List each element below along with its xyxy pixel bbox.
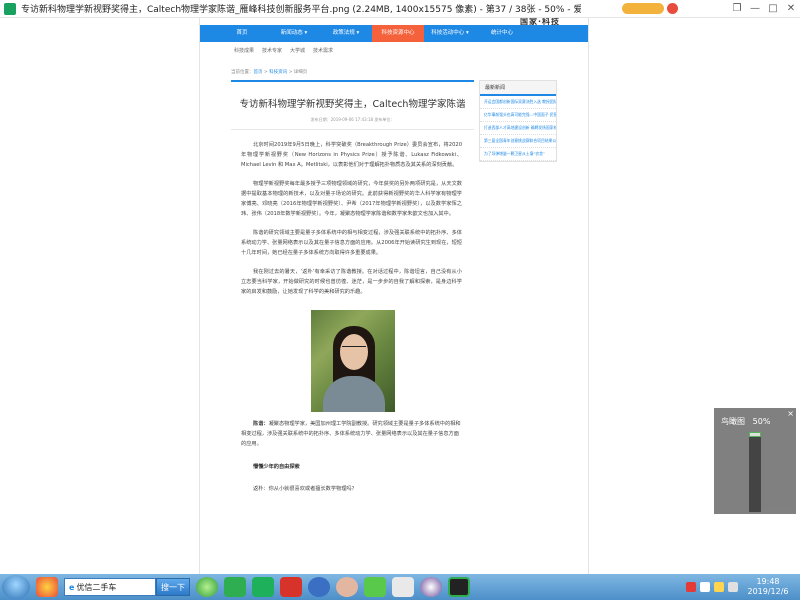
subnav-achievements[interactable]: 科技成果 bbox=[234, 47, 254, 54]
breadcrumb-sep: > bbox=[287, 70, 294, 75]
image-canvas[interactable]: 国家·科技 首页 新闻动态 ▾ 政策法规 ▾ 科技资源中心 科技活动中心 ▾ 统… bbox=[0, 18, 800, 574]
viewer-app-icon bbox=[4, 2, 16, 15]
nav-activities[interactable]: 科技活动中心 ▾ bbox=[424, 25, 476, 42]
navigator-title: 鸟瞰图 50% bbox=[721, 416, 770, 427]
nav-home[interactable]: 首页 bbox=[216, 25, 268, 42]
sidebar-heading: 最新新闻 bbox=[480, 81, 556, 96]
nav-news[interactable]: 新闻动态 ▾ bbox=[268, 25, 320, 42]
photo-body bbox=[322, 376, 385, 412]
window-controls: ❐ — □ ✕ bbox=[728, 0, 800, 18]
window-title: 专访新科物理学新视野奖得主，Caltech物理学家陈谐_雁峰科技创新服务平台.p… bbox=[21, 5, 581, 15]
tray-antivirus-icon[interactable] bbox=[686, 582, 696, 592]
article-meta: 发布日期：2019-09-06 17:43:18 发布单位： bbox=[310, 117, 395, 122]
caption-text: 凝聚态物理学家，美国加州理工学院副教授。研究领域主要是量子多体系统中的相和相变过… bbox=[241, 421, 461, 447]
article-paragraph: 陈谐的研究领域主要是量子多体系统中的相与相变过程，涉及强关联系统中的拓扑序、多体… bbox=[241, 230, 462, 256]
divider bbox=[231, 129, 474, 130]
breadcrumb-current: 详细页 bbox=[293, 70, 308, 75]
notification-dot-icon bbox=[667, 3, 678, 14]
clock-date: 2019/12/6 bbox=[747, 587, 789, 596]
article: 专访新科物理学新视野奖得主，Caltech物理学家陈谐 发布日期：2019-09… bbox=[231, 80, 474, 492]
zoom-level: 50% bbox=[752, 417, 771, 426]
navigator-viewport-frame[interactable] bbox=[749, 432, 761, 437]
close-button[interactable]: ✕ bbox=[782, 0, 800, 18]
nav-resources[interactable]: 科技资源中心 bbox=[372, 25, 424, 42]
restore-mini-button[interactable]: ❐ bbox=[728, 0, 746, 18]
photo-caption: 陈谐：凝聚态物理学家，美国加州理工学院副教授。研究领域主要是量子多体系统中的相和… bbox=[241, 419, 462, 449]
article-paragraph: 北京时间2019年9月5日晚上，科学突破奖（Breakthrough Prize… bbox=[241, 142, 462, 168]
subnav-experts[interactable]: 技术专家 bbox=[262, 47, 282, 54]
nav-policy[interactable]: 政策法规 ▾ bbox=[320, 25, 372, 42]
folder-icon[interactable] bbox=[392, 577, 414, 597]
clock-time: 19:48 bbox=[756, 577, 780, 586]
site-nav: 首页 新闻动态 ▾ 政策法规 ▾ 科技资源中心 科技活动中心 ▾ 统计中心 bbox=[200, 25, 588, 42]
section-heading: 懵懂少年的自由探索 bbox=[253, 464, 300, 470]
photo-face bbox=[339, 334, 368, 370]
breadcrumb: 当前位置：首页 > 科技资讯 > 详细页 bbox=[231, 69, 307, 75]
sidebar-news-item[interactable]: 打造西部人才高地建设创新 确聘发扬国家机制 bbox=[480, 122, 556, 135]
photo-glasses bbox=[341, 346, 366, 351]
viewer-taskbar-icon[interactable] bbox=[224, 577, 246, 597]
wechat-icon[interactable] bbox=[364, 577, 386, 597]
tray-flag-icon[interactable] bbox=[714, 582, 724, 592]
minimize-button[interactable]: — bbox=[746, 0, 764, 18]
navigator-panel[interactable]: × 鸟瞰图 50% bbox=[714, 408, 796, 514]
ie-logo-icon: e bbox=[69, 582, 75, 592]
subnav-demand[interactable]: 技术需求 bbox=[313, 47, 333, 54]
avatar-icon[interactable] bbox=[336, 577, 358, 597]
sidebar-news-item[interactable]: 开运会国都创新国际双赛决胜入选 教授团队获下半场 bbox=[480, 96, 556, 109]
screenshot-document: 国家·科技 首页 新闻动态 ▾ 政策法规 ▾ 科技资源中心 科技活动中心 ▾ 统… bbox=[199, 18, 589, 574]
portrait-photo bbox=[310, 310, 395, 412]
search-button[interactable]: 搜一下 bbox=[156, 578, 190, 596]
start-button[interactable] bbox=[2, 575, 30, 599]
sidebar-news-item[interactable]: 第三届全国青年创意挑战赛联合项目结果公开发布 bbox=[480, 135, 556, 148]
tray-volume-icon[interactable] bbox=[728, 582, 738, 592]
caption-name: 陈谐： bbox=[253, 421, 269, 427]
penguin-icon[interactable] bbox=[308, 577, 330, 597]
article-title: 专访新科物理学新视野奖得主，Caltech物理学家陈谐 bbox=[239, 99, 466, 110]
article-paragraph: 我在刚过去的暑天，‘返朴’有幸采访了陈谐教授。在对话过程中，陈谐坦言，自己没有从… bbox=[241, 269, 462, 295]
media-player-icon[interactable] bbox=[420, 577, 442, 597]
article-paragraph: 物理学新视野奖每年最多授予三项物理领域的研究，今年获奖的另外两项研究是，从天文数… bbox=[241, 181, 462, 217]
breadcrumb-news[interactable]: 科技资讯 bbox=[269, 70, 287, 75]
tray-network-icon[interactable] bbox=[700, 582, 710, 592]
promo-pill-icon bbox=[622, 3, 664, 14]
subnav-university[interactable]: 大学城 bbox=[290, 47, 305, 54]
breadcrumb-prefix: 当前位置： bbox=[231, 70, 254, 75]
taskbar-search-input[interactable]: e 优信二手车 bbox=[64, 578, 156, 596]
active-viewer-icon[interactable] bbox=[448, 577, 470, 597]
chart-app-icon[interactable] bbox=[280, 577, 302, 597]
navigator-close-icon[interactable]: × bbox=[787, 409, 794, 418]
interview-question: 返朴：你从小就很喜欢或者擅长数学物理吗？ bbox=[253, 486, 357, 492]
search-value: 优信二手车 bbox=[76, 582, 117, 592]
browser-360-icon[interactable] bbox=[36, 577, 58, 597]
sidebar-news-item[interactable]: 亿华事前强头也高可能完强…中国面子 民营发起 bbox=[480, 109, 556, 122]
sidebar-news-item[interactable]: 为了导弹增量一颗卫星从土壤“农舍” bbox=[480, 148, 556, 161]
sub-nav: 科技成果 技术专家 大学城 技术需求 bbox=[234, 47, 333, 54]
nav-stats[interactable]: 统计中心 bbox=[476, 25, 528, 42]
navigator-label: 鸟瞰图 bbox=[721, 417, 745, 426]
green-app-icon[interactable] bbox=[252, 577, 274, 597]
ie-icon[interactable] bbox=[196, 577, 218, 597]
latest-news-sidebar: 最新新闻 开运会国都创新国际双赛决胜入选 教授团队获下半场 亿华事前强头也高可能… bbox=[479, 80, 557, 162]
maximize-button[interactable]: □ bbox=[764, 0, 782, 18]
system-tray: 19:48 2019/12/6 bbox=[686, 574, 800, 600]
clock[interactable]: 19:48 2019/12/6 bbox=[742, 577, 794, 597]
breadcrumb-home[interactable]: 首页 bbox=[254, 70, 263, 75]
navigator-thumbnail[interactable] bbox=[749, 432, 761, 512]
title-bar: 专访新科物理学新视野奖得主，Caltech物理学家陈谐_雁峰科技创新服务平台.p… bbox=[0, 0, 800, 18]
promo-badge[interactable] bbox=[622, 1, 682, 16]
taskbar: e 优信二手车 搜一下 19:48 2019/12/6 bbox=[0, 574, 800, 600]
